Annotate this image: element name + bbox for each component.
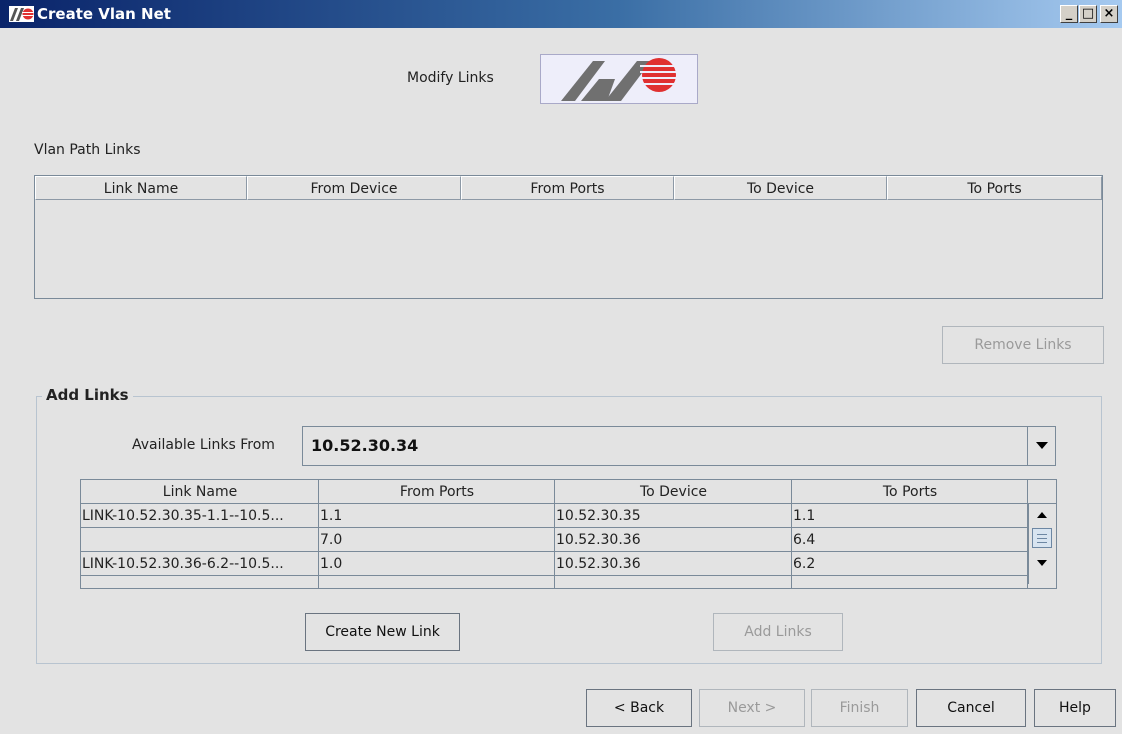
table-cell[interactable]: 6.4	[792, 528, 1028, 552]
table-row-partial	[319, 576, 555, 588]
create-new-link-button[interactable]: Create New Link	[305, 613, 460, 651]
column-header-to-device[interactable]: To Device	[555, 480, 792, 504]
column-header-to-ports[interactable]: To Ports	[792, 480, 1028, 504]
table-row-partial	[555, 576, 792, 588]
table-cell[interactable]: LINK-10.52.30.35-1.1--10.5...	[81, 504, 319, 528]
scroll-thumb[interactable]	[1032, 528, 1052, 548]
help-button[interactable]: Help	[1034, 689, 1116, 727]
table-row-partial	[81, 576, 319, 588]
create-vlan-net-window: Create Vlan Net _ □ × Modify Links Vlan …	[0, 0, 1122, 734]
scroll-corner	[1028, 480, 1056, 504]
maximize-icon: □	[1081, 6, 1095, 21]
table-cell[interactable]	[81, 528, 319, 552]
vertical-scrollbar[interactable]	[1028, 504, 1056, 584]
table-cell[interactable]: 1.1	[792, 504, 1028, 528]
finish-button[interactable]: Finish	[811, 689, 908, 727]
add-links-button[interactable]: Add Links	[713, 613, 843, 651]
column-header-link-name[interactable]: Link Name	[81, 480, 319, 504]
column-header-from-ports[interactable]: From Ports	[319, 480, 555, 504]
column-header-link-name[interactable]: Link Name	[35, 176, 247, 200]
maximize-button[interactable]: □	[1079, 5, 1097, 23]
table-cell[interactable]: 10.52.30.36	[555, 528, 792, 552]
scroll-up-button[interactable]	[1031, 505, 1053, 527]
table-cell[interactable]: 7.0	[319, 528, 555, 552]
available-links-table[interactable]: Link Name From Ports To Device To Ports …	[80, 479, 1057, 589]
window-title: Create Vlan Net	[37, 5, 171, 23]
available-links-from-label: Available Links From	[132, 437, 275, 453]
column-header-from-ports[interactable]: From Ports	[461, 176, 674, 200]
table-cell[interactable]: 6.2	[792, 552, 1028, 576]
table-row-partial	[792, 576, 1028, 588]
minimize-icon: _	[1065, 6, 1073, 21]
column-header-from-device[interactable]: From Device	[247, 176, 461, 200]
vlan-path-links-table[interactable]: Link Name From Device From Ports To Devi…	[34, 175, 1103, 299]
dropdown-button[interactable]	[1027, 427, 1055, 465]
close-button[interactable]: ×	[1100, 5, 1118, 23]
table-cell[interactable]: 10.52.30.36	[555, 552, 792, 576]
table-cell[interactable]: 10.52.30.35	[555, 504, 792, 528]
selected-device-value: 10.52.30.34	[311, 436, 419, 455]
column-header-to-ports[interactable]: To Ports	[887, 176, 1102, 200]
table-cell[interactable]: LINK-10.52.30.36-6.2--10.5...	[81, 552, 319, 576]
add-links-group-title: Add Links	[42, 386, 133, 404]
scroll-down-button[interactable]	[1031, 552, 1053, 574]
title-bar[interactable]: Create Vlan Net _ □ ×	[0, 0, 1122, 28]
vlan-path-links-label: Vlan Path Links	[34, 142, 141, 158]
column-header-to-device[interactable]: To Device	[674, 176, 887, 200]
back-button[interactable]: < Back	[586, 689, 692, 727]
available-links-from-select[interactable]: 10.52.30.34	[302, 426, 1056, 466]
close-icon: ×	[1103, 6, 1115, 21]
app-icon	[9, 6, 34, 22]
table-cell[interactable]: 1.0	[319, 552, 555, 576]
chevron-down-icon	[1036, 442, 1048, 449]
page-heading: Modify Links	[407, 70, 494, 86]
next-button[interactable]: Next >	[699, 689, 805, 727]
remove-links-button[interactable]: Remove Links	[942, 326, 1104, 364]
arrow-up-icon	[1037, 512, 1047, 518]
minimize-button[interactable]: _	[1060, 5, 1078, 23]
cancel-button[interactable]: Cancel	[916, 689, 1026, 727]
allied-telesis-logo	[540, 54, 698, 104]
table-cell[interactable]: 1.1	[319, 504, 555, 528]
arrow-down-icon	[1037, 560, 1047, 566]
